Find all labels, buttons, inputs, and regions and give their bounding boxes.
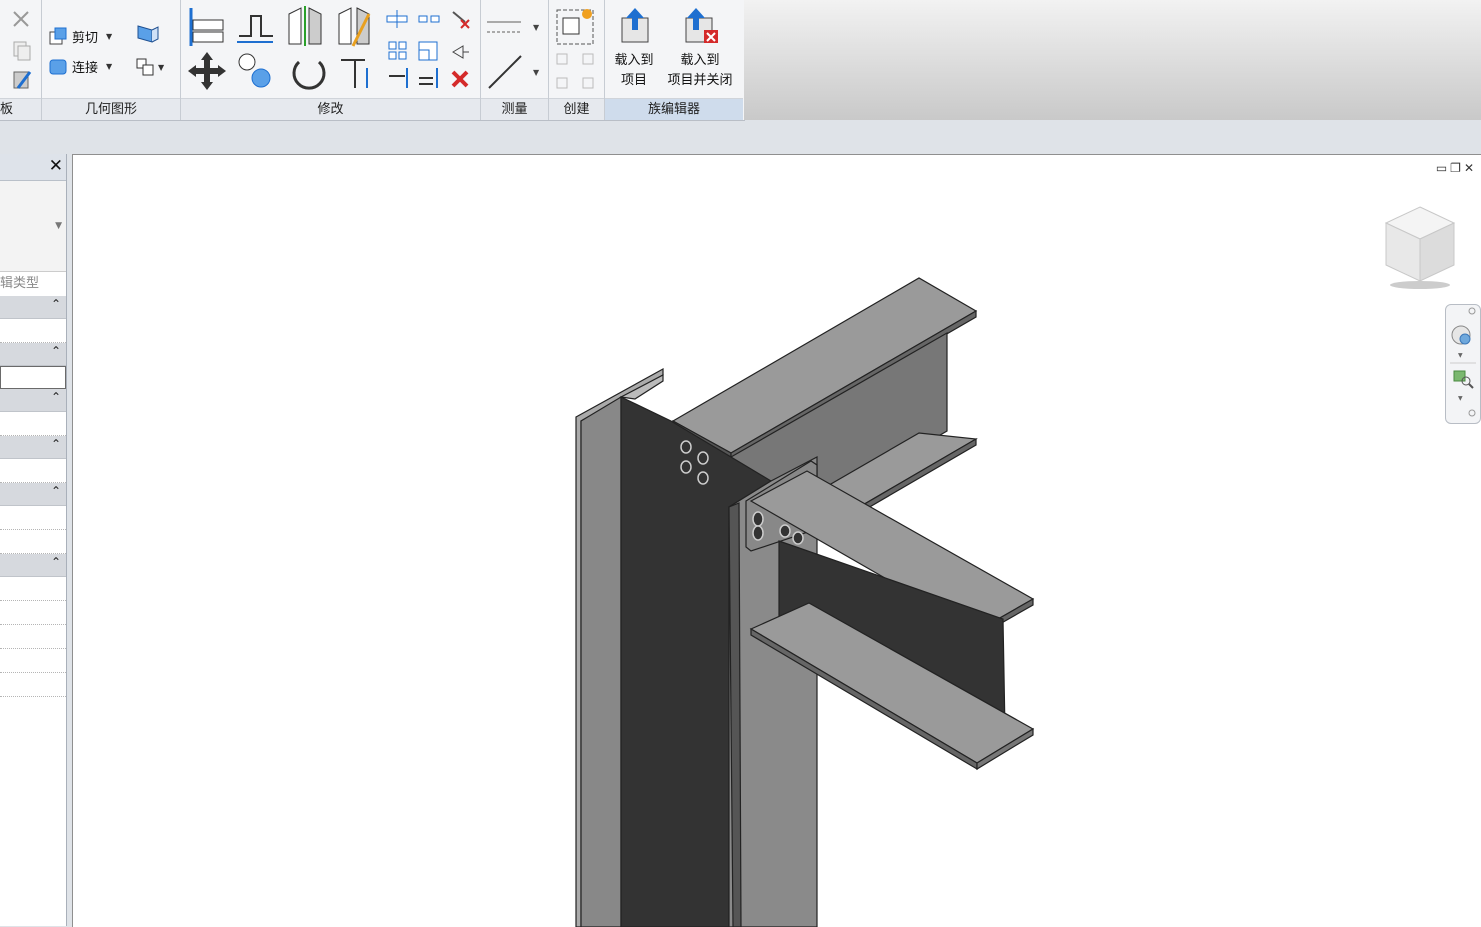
property-group-header[interactable]: ⌃ — [0, 389, 66, 412]
load-into-project-button[interactable]: 载入到 项目 — [608, 8, 660, 91]
split-face-button[interactable]: ▼ — [134, 56, 164, 78]
measure-panel: ▼ ▼ 测量 — [481, 0, 549, 120]
split-face-icon — [136, 58, 154, 76]
mirror-pick-axis-icon[interactable] — [288, 6, 322, 46]
load-into-project-and-close-button[interactable]: 载入到 项目并关闭 — [660, 8, 740, 91]
chevron-down-icon[interactable]: ▼ — [533, 68, 540, 77]
aligned-dimension-icon[interactable] — [488, 55, 522, 89]
property-row[interactable] — [0, 601, 66, 625]
split-with-gap-icon[interactable] — [418, 15, 440, 23]
move-icon[interactable] — [188, 52, 226, 90]
property-row[interactable] — [0, 412, 66, 436]
property-row[interactable] — [0, 459, 66, 483]
load-into-project-and-close-label: 载入到 项目并关闭 — [667, 53, 733, 88]
copy-icon[interactable] — [13, 41, 31, 61]
cut-label: 剪切 — [72, 30, 99, 46]
collapse-icon[interactable]: ⌃ — [51, 344, 61, 358]
property-row[interactable] — [0, 319, 66, 343]
geometry-panel: 剪切 ▼ 连接 ▼ ▼ 几何图形 — [42, 0, 181, 120]
unpin-icon[interactable] — [452, 11, 470, 29]
modify-panel: 修改 — [181, 0, 481, 120]
collapse-icon[interactable]: ⌃ — [51, 484, 61, 498]
wall-join-icon[interactable] — [134, 22, 164, 46]
chevron-down-icon[interactable]: ▼ — [158, 63, 164, 72]
chevron-down-icon[interactable]: ▼ — [55, 221, 62, 231]
property-row[interactable] — [0, 649, 66, 673]
match-properties-icon[interactable] — [13, 71, 32, 89]
collapse-icon[interactable]: ⌃ — [51, 297, 61, 311]
ribbon: 板 剪切 ▼ 连接 ▼ ▼ 几何图形 修改 ▼ ▼ 测量 创建 载入到 项目 载… — [0, 0, 745, 121]
clipboard-panel-label: 板 — [0, 98, 41, 120]
properties-panel: ✕ ▼ 编辑类型 ⌃ ⌃ ⌃ ⌃ ⌃ ⌃ — [0, 154, 67, 926]
cut-button[interactable]: 剪切 ▼ — [48, 26, 112, 46]
trim-multiple-icon[interactable] — [389, 68, 408, 88]
properties-title-bar: ✕ — [0, 154, 66, 181]
property-row[interactable] — [0, 506, 66, 530]
clipboard-panel: 板 — [0, 0, 42, 120]
close-icon[interactable]: ✕ — [49, 156, 63, 176]
family-editor-panel: 载入到 项目 载入到 项目并关闭 族编辑器 — [605, 0, 743, 120]
modify-tools — [188, 6, 470, 90]
measure-panel-label: 测量 — [481, 98, 548, 120]
delete-icon[interactable] — [451, 70, 469, 88]
array-icon[interactable] — [388, 41, 407, 60]
collapse-icon[interactable]: ⌃ — [51, 437, 61, 451]
copy-element-icon[interactable] — [238, 53, 271, 88]
collapse-icon[interactable]: ⌃ — [51, 555, 61, 569]
property-group-header[interactable]: ⌃ — [0, 554, 66, 577]
rotate-icon[interactable] — [292, 60, 326, 90]
load-into-project-label: 载入到 项目 — [614, 53, 654, 88]
steel-model — [575, 277, 1035, 927]
chevron-down-icon[interactable]: ▼ — [533, 23, 540, 32]
property-row[interactable] — [0, 673, 66, 697]
chevron-down-icon[interactable]: ▼ — [106, 32, 112, 41]
create-tools — [556, 9, 594, 89]
property-row[interactable] — [0, 530, 66, 554]
family-editor-panel-label: 族编辑器 — [605, 98, 743, 120]
property-group-header[interactable]: ⌃ — [0, 343, 66, 366]
property-group-header[interactable]: ⌃ — [0, 296, 66, 319]
edit-type-label: 编辑类型 — [0, 276, 40, 291]
trim-single-icon[interactable] — [419, 68, 438, 88]
property-group-header[interactable]: ⌃ — [0, 483, 66, 506]
ribbon-background — [744, 0, 1481, 120]
geometry-panel-label: 几何图形 — [42, 98, 180, 120]
type-selector[interactable]: ▼ — [0, 181, 66, 272]
modify-panel-label: 修改 — [181, 98, 480, 120]
measure-distance-icon[interactable] — [487, 21, 521, 33]
load-into-project-and-close-icon — [685, 8, 718, 43]
clipboard-tools — [13, 11, 32, 89]
trim-extend-icon[interactable] — [341, 59, 368, 88]
join-geometry-icon — [49, 59, 67, 75]
property-group-header[interactable]: ⌃ — [0, 436, 66, 459]
pin-icon[interactable] — [452, 45, 469, 59]
create-panel-label: 创建 — [549, 98, 604, 120]
chevron-down-icon[interactable]: ▼ — [106, 62, 112, 71]
create-panel: 创建 — [549, 0, 605, 120]
measure-tools: ▼ ▼ — [487, 21, 540, 89]
mirror-draw-axis-icon[interactable] — [338, 7, 371, 47]
offset-icon[interactable] — [237, 15, 273, 43]
property-row[interactable] — [0, 625, 66, 649]
collapse-icon[interactable]: ⌃ — [51, 390, 61, 404]
options-bar — [0, 121, 1481, 154]
create-group-icon[interactable] — [556, 9, 594, 45]
scale-icon[interactable] — [418, 41, 438, 61]
align-icon[interactable] — [189, 8, 224, 46]
cut-geometry-icon — [49, 27, 67, 45]
property-row[interactable] — [0, 577, 66, 601]
split-element-icon[interactable] — [386, 10, 408, 28]
scissors-icon[interactable] — [13, 11, 29, 27]
join-label: 连接 — [72, 60, 99, 76]
create-similar-icon[interactable] — [556, 53, 594, 89]
join-button[interactable]: 连接 ▼ — [48, 56, 112, 76]
3d-view-canvas[interactable]: ▭❐✕ ▼ ▼ — [72, 154, 1481, 927]
property-row-selected[interactable] — [0, 366, 66, 389]
edit-type-button[interactable]: 编辑类型 — [0, 272, 66, 296]
load-into-project-icon — [621, 8, 649, 43]
